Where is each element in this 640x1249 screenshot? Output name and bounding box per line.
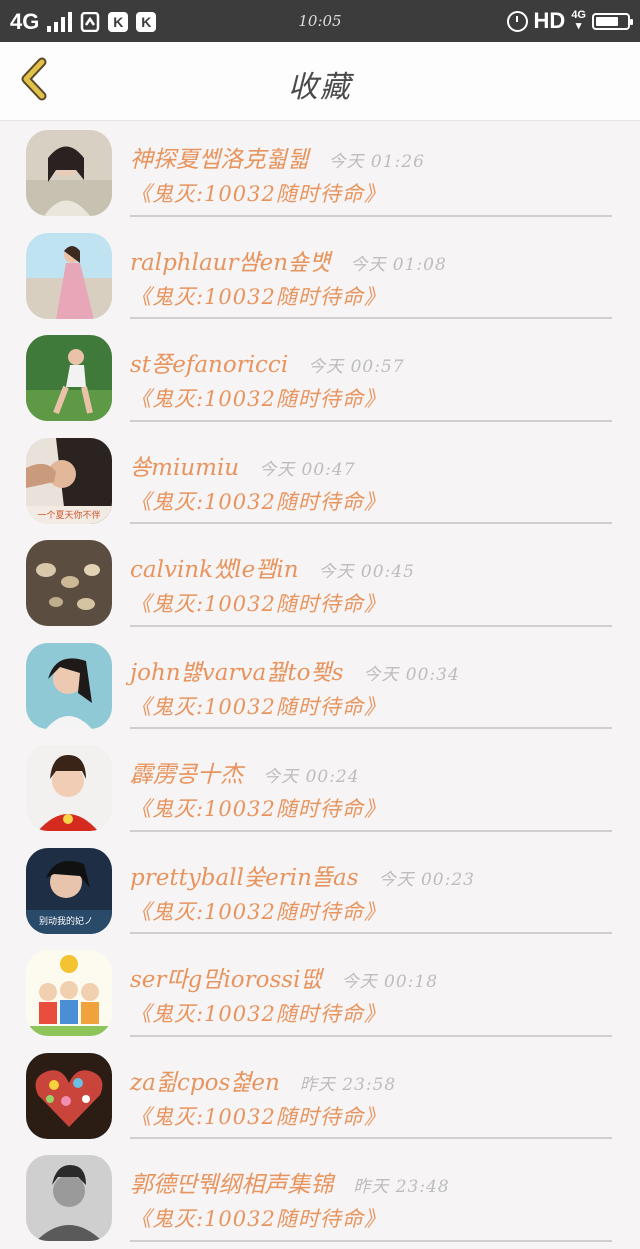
timestamp: 今天 00:23 (378, 869, 475, 890)
divider (130, 932, 612, 934)
nav-bar: 收藏 (0, 42, 640, 121)
avatar[interactable]: 一个夏天你不伴 (26, 437, 112, 524)
message-preview: 《鬼灭:10032随时待命》 (130, 797, 386, 821)
contact-name: 쑝miumiu (130, 454, 240, 481)
timestamp: 昨天 23:58 (299, 1074, 397, 1095)
contact-name: ser따g맘iorossi땞 (130, 967, 322, 993)
timestamp: 今天 00:24 (263, 767, 360, 787)
list-item[interactable]: ser따g맘iorossi땞 今天 00:18 《鬼灭:10032随时待命》 (0, 941, 640, 1044)
timestamp: 今天 01:26 (328, 152, 425, 172)
contact-name: john뱷varva꿢to퐺s (130, 659, 344, 686)
avatar[interactable] (26, 1052, 112, 1139)
divider (130, 1034, 612, 1037)
divider (130, 829, 612, 832)
list-item[interactable]: za쥚cpos쳝en 昨天 23:58 《鬼灭:10032随时待命》 (0, 1044, 640, 1147)
status-right: HD 4G ▾ (506, 8, 633, 34)
list-item[interactable]: st쭁efanoricci 今天 00:57 《鬼灭:10032随时待命》 (0, 326, 640, 429)
message-preview: 《鬼灭:10032随时待命》 (130, 284, 386, 309)
avatar[interactable] (26, 745, 112, 831)
list-item[interactable]: 霹雳콩十杰 今天 00:24 《鬼灭:10032随时待命》 (0, 736, 640, 839)
timestamp: 今天 01:08 (350, 254, 447, 275)
message-preview: 《鬼灭:10032随时待命》 (130, 694, 386, 719)
divider (130, 1239, 612, 1242)
contact-name: 神探夏쎕洛克훫뒓 (130, 147, 309, 173)
timestamp: 今天 00:18 (341, 972, 439, 992)
avatar[interactable] (26, 540, 112, 626)
list-item[interactable]: 一个夏天你不伴 쑝miumiu 今天 00:47 《鬼灭:10032随时待命》 (0, 429, 640, 532)
divider (130, 419, 612, 422)
divider (130, 214, 612, 217)
contact-name: 霹雳콩十杰 (130, 762, 244, 788)
name-line: 郭德딴뛖纲相声集锦 昨天 23:48 (130, 1165, 450, 1199)
message-preview: 《鬼灭:10032随时待命》 (130, 1104, 386, 1129)
message-preview: 《鬼灭:10032随时待命》 (130, 489, 386, 514)
name-line: ralphlaur썀en숖뱻 今天 01:08 (130, 243, 447, 277)
list-item[interactable]: 别动我的妃ノ prettyball쑺erin뚈as 今天 00:23 《鬼灭:10… (0, 839, 640, 942)
name-line: 神探夏쎕洛克훫뒓 今天 01:26 (130, 140, 425, 174)
name-line: st쭁efanoricci 今天 00:57 (130, 345, 405, 379)
message-preview: 《鬼灭:10032随时待命》 (130, 182, 386, 206)
divider (130, 1137, 612, 1139)
divider (130, 727, 612, 729)
page-title: 收藏 (288, 70, 352, 105)
message-preview: 《鬼灭:10032随时待命》 (130, 1002, 386, 1026)
contact-name: calvink쌨le꽵in (130, 557, 299, 583)
name-line: john뱷varva꿢to퐺s 今天 00:34 (130, 653, 460, 687)
name-line: calvink쌨le꽵in 今天 00:45 (130, 550, 415, 584)
avatar[interactable] (26, 130, 112, 216)
name-line: za쥚cpos쳝en 昨天 23:58 (130, 1063, 396, 1097)
contact-name: prettyball쑺erin뚈as (130, 864, 359, 891)
alarm-icon (506, 10, 528, 32)
message-list: 神探夏쎕洛克훫뒓 今天 01:26 《鬼灭:10032随时待命》 ralphlau… (0, 121, 640, 1249)
list-item[interactable]: 神探夏쎕洛克훫뒓 今天 01:26 《鬼灭:10032随时待命》 (0, 121, 640, 224)
data-network-icon: 4G ▾ (571, 9, 586, 32)
timestamp: 今天 00:45 (318, 562, 415, 582)
message-preview: 《鬼灭:10032随时待命》 (130, 1207, 386, 1231)
avatar[interactable] (26, 950, 112, 1036)
timestamp: 今天 00:47 (259, 459, 356, 480)
list-item[interactable]: john뱷varva꿢to퐺s 今天 00:34 《鬼灭:10032随时待命》 (0, 634, 640, 737)
divider (130, 624, 612, 627)
avatar[interactable] (26, 335, 112, 421)
name-line: prettyball쑺erin뚈as 今天 00:23 (130, 858, 475, 892)
timestamp: 今天 00:34 (363, 664, 460, 685)
name-line: ser따g맘iorossi땞 今天 00:18 (130, 960, 438, 994)
name-line: 霹雳콩十杰 今天 00:24 (130, 755, 360, 789)
hd-label: HD (533, 8, 566, 33)
list-item[interactable]: calvink쌨le꽵in 今天 00:45 《鬼灭:10032随时待命》 (0, 531, 640, 634)
message-preview: 《鬼灭:10032随时待命》 (130, 387, 386, 411)
contact-name: ralphlaur썀en숖뱻 (130, 249, 331, 276)
battery-icon (592, 12, 633, 30)
avatar[interactable]: 别动我的妃ノ (26, 847, 112, 934)
contact-name: st쭁efanoricci (130, 352, 289, 378)
divider (130, 522, 612, 524)
avatar[interactable] (26, 1155, 112, 1241)
status-bar: 4G K K 10:05 HD 4G ▾ (0, 0, 640, 42)
contact-name: za쥚cpos쳝en (130, 1069, 280, 1096)
timestamp: 今天 00:57 (308, 357, 405, 377)
timestamp: 昨天 23:48 (353, 1177, 450, 1197)
contact-name: 郭德딴뛖纲相声集锦 (130, 1172, 334, 1198)
message-preview: 《鬼灭:10032随时待命》 (130, 592, 386, 616)
avatar-caption: 别动我的妃ノ (39, 915, 93, 927)
avatar[interactable] (26, 642, 112, 729)
list-item[interactable]: ralphlaur썀en숖뱻 今天 01:08 《鬼灭:10032随时待命》 (0, 224, 640, 327)
divider (130, 317, 612, 319)
message-preview: 《鬼灭:10032随时待命》 (130, 899, 386, 924)
avatar-caption: 一个夏天你不伴 (37, 509, 100, 521)
list-item[interactable]: 郭德딴뛖纲相声集锦 昨天 23:48 《鬼灭:10032随时待命》 (0, 1146, 640, 1249)
name-line: 쑝miumiu 今天 00:47 (130, 448, 356, 482)
avatar[interactable] (26, 232, 112, 319)
